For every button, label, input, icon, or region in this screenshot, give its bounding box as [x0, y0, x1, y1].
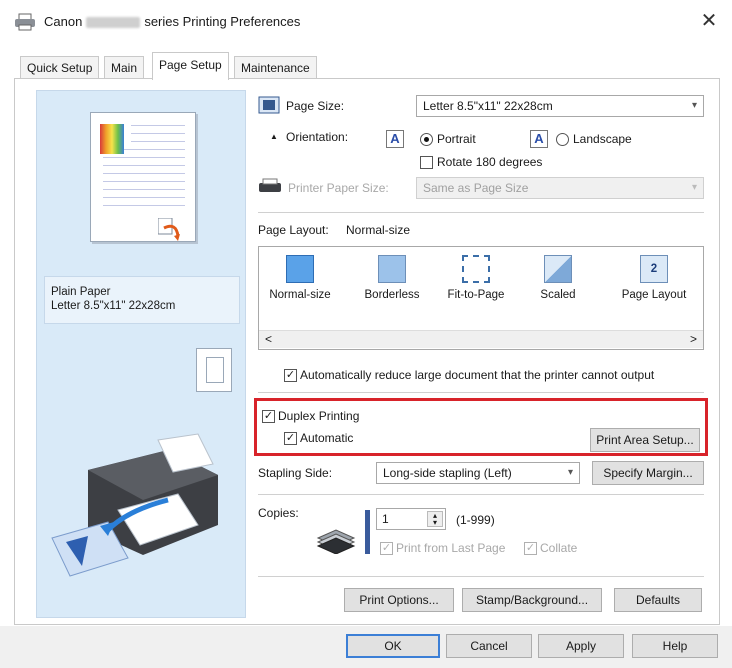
rotate-180-checkbox[interactable]	[420, 156, 433, 169]
layout-item-label: Normal-size	[269, 289, 331, 301]
divider	[258, 576, 704, 577]
close-icon: ✕	[700, 10, 718, 32]
tab-page-setup-label: Page Setup	[159, 58, 222, 72]
layout-item-borderless[interactable]: Borderless	[355, 255, 429, 301]
printer-icon	[15, 13, 35, 31]
window-title: Canon series Printing Preferences	[44, 14, 300, 29]
page-order-bar-icon	[365, 510, 370, 554]
page-size-select[interactable]: Letter 8.5"x11" 22x28cm ▾	[416, 95, 704, 117]
page-size-value: Letter 8.5"x11" 22x28cm	[423, 99, 553, 113]
layout-item-normal-size[interactable]: Normal-size	[263, 255, 337, 301]
stapling-side-label: Stapling Side:	[258, 466, 333, 480]
layout-item-label: Page Layout	[621, 289, 687, 301]
printer-paper-size-icon	[259, 178, 281, 192]
auto-reduce-checkbox[interactable]: ✓	[284, 369, 297, 382]
portrait-label: Portrait	[437, 132, 476, 146]
apply-button[interactable]: Apply	[538, 634, 624, 658]
tab-page-setup[interactable]: Page Setup	[152, 52, 229, 80]
tab-main-label: Main	[111, 61, 138, 75]
copies-input[interactable]: 1 ▴ ▾	[376, 508, 446, 530]
landscape-orientation-icon: A	[530, 130, 548, 148]
scroll-right-arrow-icon[interactable]: >	[690, 332, 697, 346]
printer-paper-size-value: Same as Page Size	[423, 181, 529, 195]
page-layout-icon: 2	[640, 255, 668, 283]
duplex-page-icon	[196, 348, 232, 392]
print-from-last-checkbox[interactable]: ✓	[380, 542, 393, 555]
portrait-radio[interactable]	[420, 133, 433, 146]
tab-quick-setup-label: Quick Setup	[27, 61, 93, 75]
collate-checkbox[interactable]: ✓	[524, 542, 537, 555]
rotate-180-label: Rotate 180 degrees	[437, 155, 543, 169]
duplex-automatic-checkbox[interactable]: ✓	[284, 432, 297, 445]
stapling-side-select[interactable]: Long-side stapling (Left) ▾	[376, 462, 580, 484]
close-button[interactable]: ✕	[696, 10, 722, 34]
print-area-setup-button[interactable]: Print Area Setup...	[590, 428, 700, 452]
window-title-suffix: series Printing Preferences	[144, 14, 301, 29]
chevron-down-icon: ▾	[691, 100, 697, 111]
stamp-background-button[interactable]: Stamp/Background...	[462, 588, 602, 612]
page-size-icon	[258, 96, 280, 114]
ok-button[interactable]: OK	[346, 634, 440, 658]
fit-to-page-icon	[462, 255, 490, 283]
page-size-label: Page Size:	[286, 99, 345, 113]
layout-item-label: Borderless	[364, 289, 420, 301]
rotate-arrow-icon	[158, 218, 180, 241]
normal-size-icon	[286, 255, 314, 283]
landscape-label: Landscape	[573, 132, 632, 146]
scaled-icon	[544, 255, 572, 283]
printer-illustration-icon	[51, 433, 218, 577]
printer-paper-size-label: Printer Paper Size:	[288, 181, 389, 195]
printer-paper-size-select[interactable]: Same as Page Size ▾	[416, 177, 704, 199]
window-title-prefix: Canon	[44, 14, 83, 29]
divider	[258, 212, 704, 213]
chevron-down-icon: ▾	[691, 182, 697, 193]
bullet-icon: ▲	[270, 132, 278, 141]
layout-item-scaled[interactable]: Scaled	[521, 255, 595, 301]
orientation-label: Orientation:	[286, 130, 349, 144]
tab-maintenance[interactable]: Maintenance	[234, 56, 317, 78]
media-size: Letter 8.5"x11" 22x28cm	[51, 300, 176, 312]
portrait-orientation-icon: A	[386, 130, 404, 148]
copies-value: 1	[382, 512, 389, 526]
copies-range: (1-999)	[456, 513, 495, 527]
page-layout-current: Normal-size	[346, 223, 411, 237]
page-layout-label: Page Layout:	[258, 223, 329, 237]
auto-reduce-label: Automatically reduce large document that…	[300, 368, 655, 382]
layout-item-page-layout[interactable]: 2 Page Layout	[617, 255, 691, 301]
color-image-icon	[100, 124, 124, 154]
collate-label: Collate	[540, 541, 578, 555]
duplex-printing-label: Duplex Printing	[278, 409, 360, 423]
specify-margin-button[interactable]: Specify Margin...	[592, 461, 704, 485]
divider	[258, 494, 704, 495]
borderless-icon	[378, 255, 406, 283]
redacted-model-name	[86, 17, 141, 29]
print-options-button[interactable]: Print Options...	[344, 588, 454, 612]
layout-item-fit-to-page[interactable]: Fit-to-Page	[439, 255, 513, 301]
page-layout-scrollbar[interactable]: < >	[259, 330, 703, 348]
scroll-left-arrow-icon[interactable]: <	[265, 332, 272, 346]
duplex-automatic-label: Automatic	[300, 431, 354, 445]
media-type: Plain Paper	[51, 286, 111, 298]
layout-item-label: Scaled	[540, 289, 576, 301]
media-info: Plain Paper Letter 8.5"x11" 22x28cm	[44, 276, 240, 324]
defaults-button[interactable]: Defaults	[614, 588, 702, 612]
duplex-printing-checkbox[interactable]: ✓	[262, 410, 275, 423]
tab-maintenance-label: Maintenance	[241, 61, 310, 75]
layout-item-label: Fit-to-Page	[447, 289, 505, 301]
chevron-down-icon: ▾	[567, 467, 573, 478]
tab-quick-setup[interactable]: Quick Setup	[20, 56, 100, 78]
copies-spinner[interactable]: ▴ ▾	[427, 511, 443, 527]
print-from-last-label: Print from Last Page	[396, 541, 506, 555]
tab-main[interactable]: Main	[104, 56, 145, 78]
landscape-radio[interactable]	[556, 133, 569, 146]
divider	[258, 392, 704, 393]
copies-label: Copies:	[258, 506, 299, 520]
help-button[interactable]: Help	[632, 634, 718, 658]
stapling-side-value: Long-side stapling (Left)	[383, 466, 512, 480]
copies-stack-icon	[316, 529, 356, 554]
cancel-button[interactable]: Cancel	[446, 634, 532, 658]
